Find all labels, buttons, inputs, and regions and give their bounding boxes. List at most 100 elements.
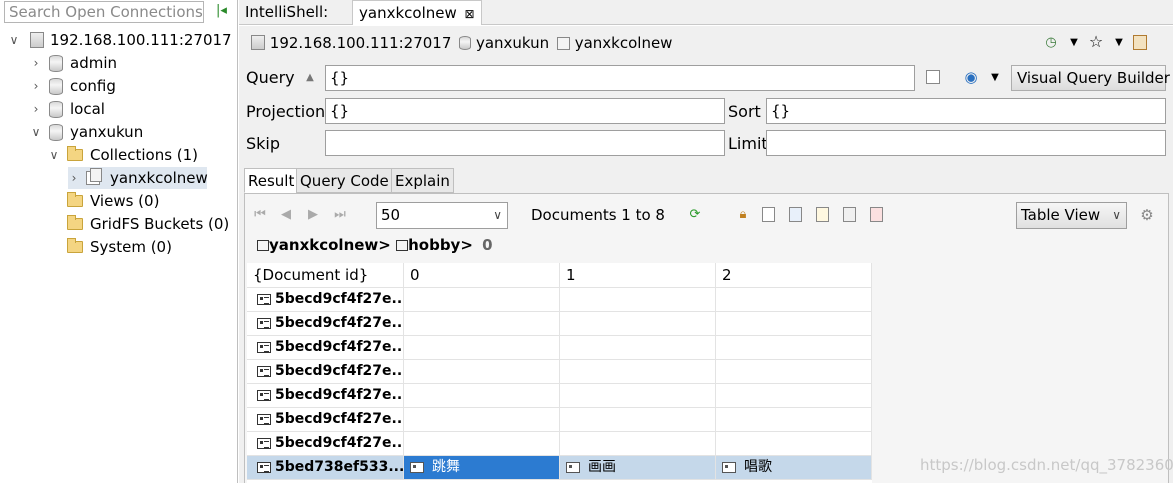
table-cell-document-id[interactable]: 5becd9cf4f27e... (247, 408, 404, 432)
edit-document-icon[interactable] (816, 207, 829, 222)
table-cell[interactable]: 唱歌 (716, 456, 872, 480)
tree-collections-folder[interactable]: ∨ Collections (1) (48, 144, 234, 166)
clipboard-icon[interactable] (1133, 35, 1147, 50)
table-cell[interactable] (404, 384, 560, 408)
table-cell-document-id[interactable]: 5becd9cf4f27e... (247, 288, 404, 312)
column-header-0[interactable]: 0 (404, 263, 560, 288)
settings-icon[interactable]: ⚙ (1139, 207, 1155, 223)
collapse-icon[interactable]: ∨ (8, 29, 20, 51)
table-cell-document-id[interactable]: 5becd9cf4f27e... (247, 360, 404, 384)
tab-intellishell[interactable]: IntelliShell: (239, 0, 334, 25)
column-header-2[interactable]: 2 (716, 263, 872, 288)
history-dropdown-icon[interactable]: ▼ (1066, 35, 1082, 51)
tree-views-folder[interactable]: Views (0) (48, 190, 234, 212)
table-cell[interactable] (560, 312, 716, 336)
table-cell[interactable] (560, 432, 716, 456)
table-cell[interactable] (716, 432, 872, 456)
table-cell[interactable] (716, 336, 872, 360)
expand-icon[interactable]: › (30, 98, 42, 120)
path-collection[interactable]: yanxkcolnew (269, 236, 378, 254)
table-cell[interactable] (560, 360, 716, 384)
refresh-icon[interactable]: ⟳ (687, 207, 703, 223)
expand-icon[interactable]: › (68, 167, 80, 189)
last-page-icon[interactable]: ⏭ (332, 207, 348, 223)
lock-icon[interactable]: 🔒︎ (735, 207, 751, 223)
database-icon (48, 78, 63, 95)
table-cell[interactable] (560, 288, 716, 312)
tab-label: yanxkcolnew (359, 4, 457, 22)
first-page-icon[interactable]: ⏮ (252, 207, 268, 223)
close-icon[interactable]: ⊠ (465, 7, 475, 21)
tree-db-admin[interactable]: › admin (30, 52, 230, 74)
projection-label: Projection (246, 102, 326, 121)
table-cell-document-id[interactable]: 5bed738ef533... (247, 456, 404, 480)
visual-query-builder-button[interactable]: Visual Query Builder (1011, 65, 1170, 91)
table-cell[interactable] (716, 384, 872, 408)
table-cell-document-id[interactable]: 5becd9cf4f27e... (247, 312, 404, 336)
folder-icon (67, 238, 83, 253)
value-icon (566, 462, 580, 473)
document-icon (257, 342, 271, 353)
cell-text: 5becd9cf4f27e... (275, 315, 404, 331)
run-icon[interactable]: ◉ (963, 69, 979, 85)
import-icon[interactable] (789, 207, 802, 222)
table-cell[interactable] (404, 312, 560, 336)
column-header-document-id[interactable]: {Document id} (247, 263, 404, 288)
projection-input[interactable]: {} (325, 98, 725, 124)
tab-explain[interactable]: Explain (391, 168, 454, 193)
sort-input[interactable]: {} (766, 98, 1166, 124)
previous-page-icon[interactable]: ◀ (278, 207, 294, 223)
copy-document-icon[interactable] (843, 207, 856, 222)
table-cell-document-id[interactable]: 5becd9cf4f27e... (247, 432, 404, 456)
delete-document-icon[interactable] (870, 207, 883, 222)
collapse-icon[interactable]: ∨ (48, 144, 60, 166)
table-cell[interactable] (404, 432, 560, 456)
table-cell[interactable] (404, 408, 560, 432)
search-clear-icon[interactable]: |◂ (216, 3, 232, 19)
table-cell[interactable] (560, 336, 716, 360)
table-cell[interactable] (716, 408, 872, 432)
folder-label: GridFS Buckets (0) (90, 215, 230, 233)
add-document-icon[interactable] (762, 207, 775, 222)
query-input[interactable]: {} (325, 65, 915, 91)
path-field[interactable]: hobby (408, 236, 460, 254)
search-connections-input[interactable]: Search Open Connections (4, 1, 204, 23)
table-cell[interactable] (716, 288, 872, 312)
page-size-select[interactable]: 50 ∨ (376, 202, 508, 229)
expand-icon[interactable]: › (30, 52, 42, 74)
table-cell[interactable] (716, 360, 872, 384)
tree-system-folder[interactable]: System (0) (48, 236, 234, 258)
collapse-icon[interactable]: ∨ (30, 121, 42, 143)
next-page-icon[interactable]: ▶ (305, 207, 321, 223)
table-cell[interactable] (560, 384, 716, 408)
tab-query-code[interactable]: Query Code (296, 168, 393, 193)
collapse-query-icon[interactable]: ▲ (302, 70, 318, 86)
tree-db-yanxukun[interactable]: ∨ yanxukun (30, 121, 230, 143)
table-cell[interactable] (404, 288, 560, 312)
column-header-1[interactable]: 1 (560, 263, 716, 288)
history-icon[interactable]: ◷ (1043, 35, 1059, 51)
tree-db-local[interactable]: › local (30, 98, 230, 120)
tab-yanxkcolnew[interactable]: yanxkcolnew ⊠ (352, 0, 482, 25)
star-icon[interactable]: ☆ (1088, 34, 1104, 50)
tree-db-config[interactable]: › config (30, 75, 230, 97)
table-cell[interactable]: 跳舞 (404, 456, 560, 480)
run-dropdown-icon[interactable]: ▼ (987, 70, 1003, 86)
table-cell[interactable] (404, 360, 560, 384)
view-mode-select[interactable]: Table View ∨ (1016, 202, 1127, 229)
skip-input[interactable] (325, 130, 725, 156)
table-cell[interactable] (560, 408, 716, 432)
table-cell-document-id[interactable]: 5becd9cf4f27e... (247, 384, 404, 408)
table-cell[interactable] (404, 336, 560, 360)
tree-server[interactable]: ∨ 192.168.100.111:27017 (8, 29, 236, 51)
tree-gridfs-folder[interactable]: GridFS Buckets (0) (48, 213, 234, 235)
limit-input[interactable] (766, 130, 1166, 156)
expand-icon[interactable]: › (30, 75, 42, 97)
table-cell[interactable]: 画画 (560, 456, 716, 480)
table-cell[interactable] (716, 312, 872, 336)
edit-query-icon[interactable] (926, 70, 940, 84)
tab-result[interactable]: Result (244, 168, 299, 193)
tree-collection-yanxkcolnew[interactable]: › yanxkcolnew (68, 167, 208, 189)
table-cell-document-id[interactable]: 5becd9cf4f27e... (247, 336, 404, 360)
favorites-dropdown-icon[interactable]: ▼ (1111, 35, 1127, 51)
